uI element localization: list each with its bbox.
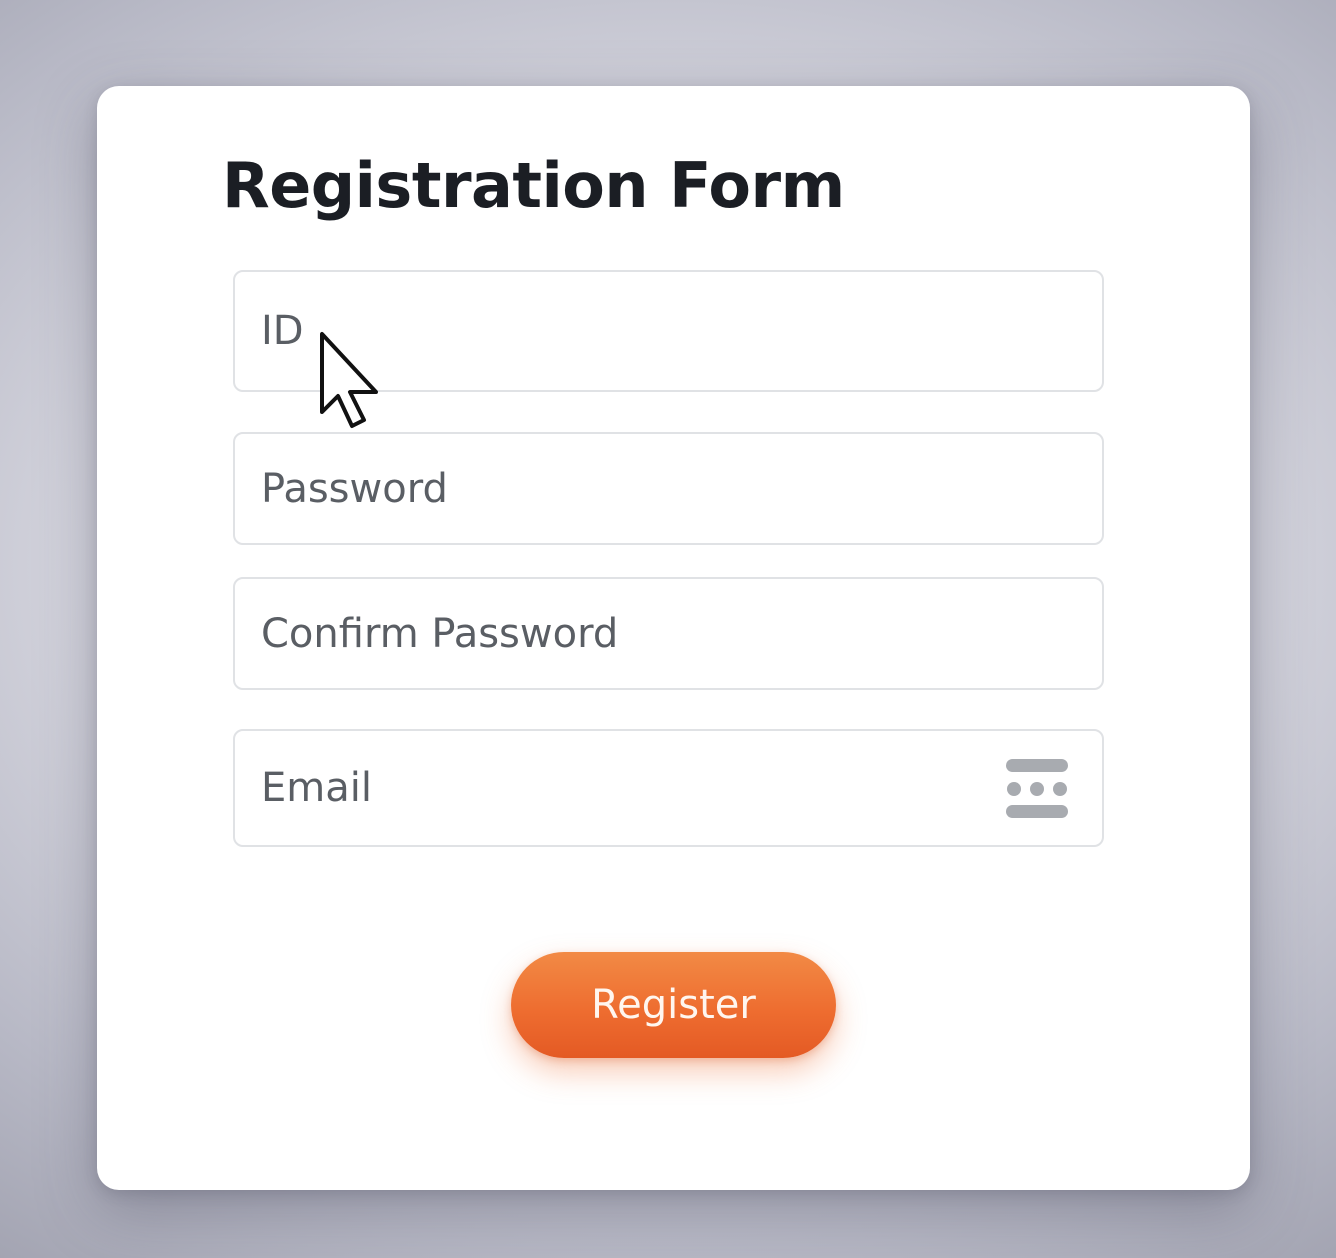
autofill-dots-icon[interactable]: [1006, 759, 1068, 819]
email-field: [233, 729, 1104, 847]
registration-card: Registration Form Register: [97, 86, 1250, 1190]
password-input[interactable]: [235, 434, 1102, 543]
email-input[interactable]: [235, 731, 1102, 845]
register-button[interactable]: Register: [511, 952, 836, 1058]
password-field: [233, 432, 1104, 545]
form-title: Registration Form: [222, 149, 845, 222]
confirm-password-input[interactable]: [235, 579, 1102, 688]
confirm-password-field: [233, 577, 1104, 690]
id-input[interactable]: [235, 272, 1102, 390]
id-field: [233, 270, 1104, 392]
